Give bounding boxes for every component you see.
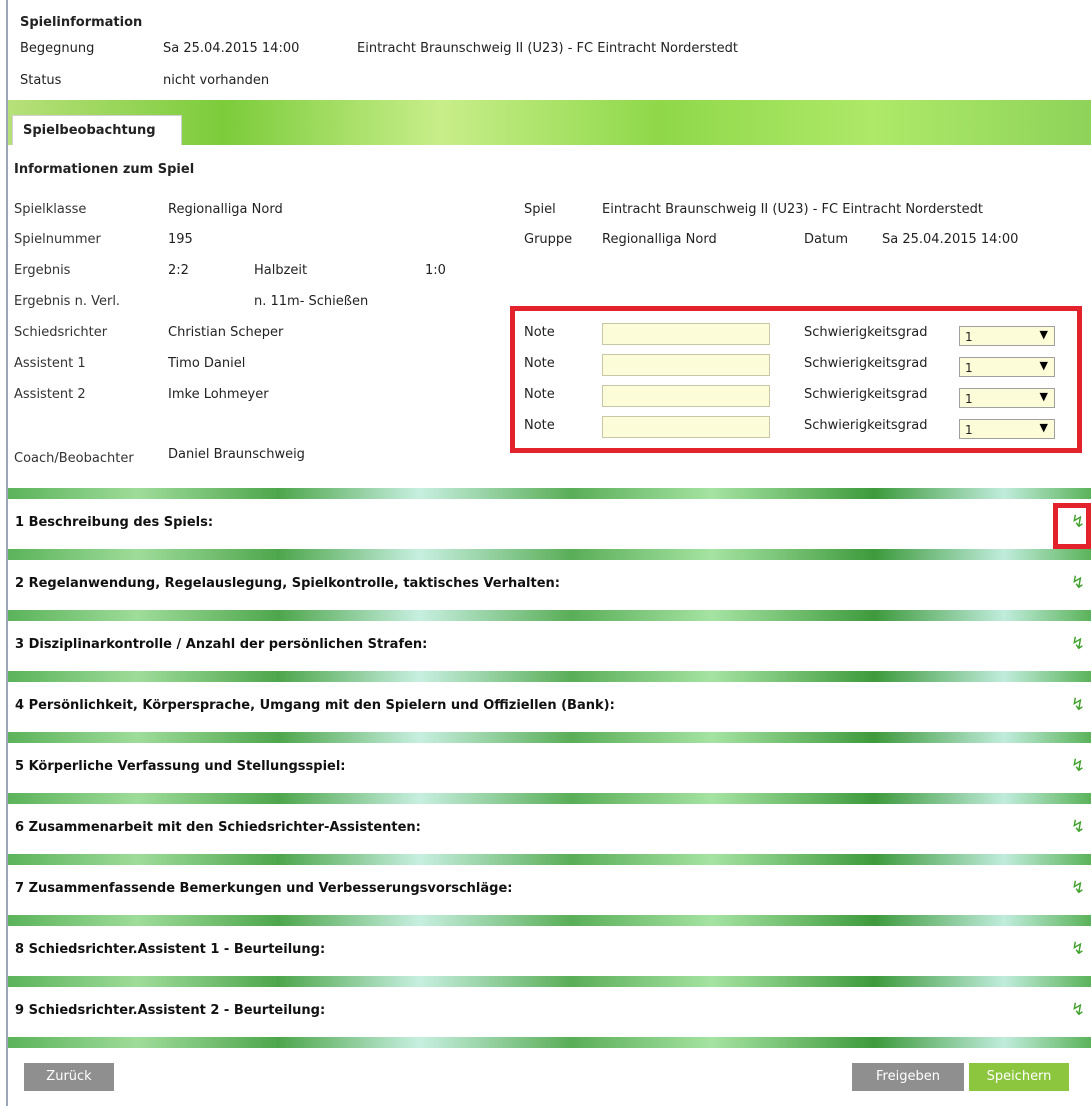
expand-arrow-icon[interactable]: ↯ <box>1069 696 1087 714</box>
section-divider <box>8 793 1091 804</box>
section-title: 4 Persönlichkeit, Körpersprache, Umgang … <box>15 698 615 713</box>
note-input-coach[interactable] <box>602 416 770 438</box>
section-divider <box>8 1037 1091 1048</box>
assistent2-value: Imke Lohmeyer <box>168 387 269 402</box>
section-6[interactable]: 6 Zusammenarbeit mit den Schiedsrichter-… <box>8 804 1091 854</box>
note-label: Note <box>524 418 555 433</box>
ergebnis-verl-label: Ergebnis n. Verl. <box>14 294 121 309</box>
datum-value: Sa 25.04.2015 14:00 <box>882 232 1019 247</box>
select-value: 1 <box>965 361 973 375</box>
expand-arrow-icon[interactable]: ↯ <box>1069 574 1087 592</box>
status-label: Status <box>20 73 62 88</box>
begegnung-label: Begegnung <box>20 41 95 56</box>
section-title: 1 Beschreibung des Spiels: <box>15 515 214 530</box>
halbzeit-value: 1:0 <box>425 263 446 278</box>
elfmeter-label: n. 11m- Schießen <box>254 294 369 309</box>
note-label: Note <box>524 325 555 340</box>
section-divider <box>8 976 1091 987</box>
section-divider <box>8 671 1091 682</box>
dropdown-arrow-icon: ▼ <box>1039 359 1048 372</box>
schwierigkeitsgrad-select[interactable]: 1 ▼ <box>959 419 1055 439</box>
spiel-value: Eintracht Braunschweig II (U23) - FC Ein… <box>602 202 983 217</box>
select-value: 1 <box>965 392 973 406</box>
schwierigkeitsgrad-label: Schwierigkeitsgrad <box>804 418 928 433</box>
save-button[interactable]: Speichern <box>969 1063 1069 1091</box>
section-title: 3 Disziplinarkontrolle / Anzahl der pers… <box>15 637 428 652</box>
spiel-label: Spiel <box>524 202 556 217</box>
note-input-assistent1[interactable] <box>602 354 770 376</box>
status-value: nicht vorhanden <box>163 73 270 88</box>
spielnummer-value: 195 <box>168 232 193 247</box>
schwierigkeitsgrad-label: Schwierigkeitsgrad <box>804 325 928 340</box>
dropdown-arrow-icon: ▼ <box>1039 390 1048 403</box>
assistent1-label: Assistent 1 <box>14 356 86 371</box>
section-8[interactable]: 8 Schiedsrichter.Assistent 1 - Beurteilu… <box>8 926 1091 976</box>
back-button[interactable]: Zurück <box>24 1063 114 1091</box>
tab-label: Spielbeobachtung <box>23 123 156 138</box>
select-value: 1 <box>965 330 973 344</box>
section-divider <box>8 732 1091 743</box>
assistent1-value: Timo Daniel <box>168 356 246 371</box>
expand-arrow-icon[interactable]: ↯ <box>1069 818 1087 836</box>
tab-spielbeobachtung[interactable]: Spielbeobachtung <box>12 115 182 145</box>
spielklasse-label: Spielklasse <box>14 202 87 217</box>
expand-arrow-icon[interactable]: ↯ <box>1069 879 1087 897</box>
assistent2-label: Assistent 2 <box>14 387 86 402</box>
schiedsrichter-value: Christian Scheper <box>168 325 284 340</box>
section-title: 7 Zusammenfassende Bemerkungen und Verbe… <box>15 881 513 896</box>
section-title: 2 Regelanwendung, Regelauslegung, Spielk… <box>15 576 560 591</box>
section-divider <box>8 854 1091 865</box>
expand-arrow-icon[interactable]: ↯ <box>1069 1001 1087 1019</box>
section-title: 8 Schiedsrichter.Assistent 1 - Beurteilu… <box>15 942 326 957</box>
section-divider <box>8 488 1091 499</box>
schwierigkeitsgrad-label: Schwierigkeitsgrad <box>804 387 928 402</box>
info-heading: Informationen zum Spiel <box>14 162 195 177</box>
section-title: 6 Zusammenarbeit mit den Schiedsrichter-… <box>15 820 421 835</box>
highlight-box-expand <box>1053 503 1091 549</box>
coach-value: Daniel Braunschweig <box>168 447 305 462</box>
section-1[interactable]: 1 Beschreibung des Spiels: ↯ <box>8 499 1091 549</box>
schiedsrichter-label: Schiedsrichter <box>14 325 108 340</box>
expand-arrow-icon[interactable]: ↯ <box>1069 757 1087 775</box>
section-divider <box>8 915 1091 926</box>
section-4[interactable]: 4 Persönlichkeit, Körpersprache, Umgang … <box>8 682 1091 732</box>
begegnung-teams: Eintracht Braunschweig II (U23) - FC Ein… <box>357 41 738 56</box>
note-label: Note <box>524 356 555 371</box>
schwierigkeitsgrad-select[interactable]: 1 ▼ <box>959 357 1055 377</box>
expand-arrow-icon[interactable]: ↯ <box>1069 635 1087 653</box>
note-input-assistent2[interactable] <box>602 385 770 407</box>
coach-label: Coach/Beobachter <box>14 451 134 466</box>
section-9[interactable]: 9 Schiedsrichter.Assistent 2 - Beurteilu… <box>8 987 1091 1037</box>
section-2[interactable]: 2 Regelanwendung, Regelauslegung, Spielk… <box>8 560 1091 610</box>
schwierigkeitsgrad-label: Schwierigkeitsgrad <box>804 356 928 371</box>
section-5[interactable]: 5 Körperliche Verfassung und Stellungssp… <box>8 743 1091 793</box>
expand-arrow-icon[interactable]: ↯ <box>1069 940 1087 958</box>
begegnung-date: Sa 25.04.2015 14:00 <box>163 41 300 56</box>
release-button[interactable]: Freigeben <box>852 1063 964 1091</box>
halbzeit-label: Halbzeit <box>254 263 308 278</box>
section-divider <box>8 549 1091 560</box>
section-divider <box>8 610 1091 621</box>
schwierigkeitsgrad-select[interactable]: 1 ▼ <box>959 388 1055 408</box>
ergebnis-value: 2:2 <box>168 263 189 278</box>
section-7[interactable]: 7 Zusammenfassende Bemerkungen und Verbe… <box>8 865 1091 915</box>
dropdown-arrow-icon: ▼ <box>1039 328 1048 341</box>
spielinfo-heading: Spielinformation <box>20 15 143 30</box>
select-value: 1 <box>965 423 973 437</box>
section-title: 9 Schiedsrichter.Assistent 2 - Beurteilu… <box>15 1003 326 1018</box>
ergebnis-label: Ergebnis <box>14 263 71 278</box>
section-3[interactable]: 3 Disziplinarkontrolle / Anzahl der pers… <box>8 621 1091 671</box>
dropdown-arrow-icon: ▼ <box>1039 421 1048 434</box>
datum-label: Datum <box>804 232 848 247</box>
note-input-schiedsrichter[interactable] <box>602 323 770 345</box>
note-label: Note <box>524 387 555 402</box>
spielnummer-label: Spielnummer <box>14 232 101 247</box>
section-title: 5 Körperliche Verfassung und Stellungssp… <box>15 759 346 774</box>
gruppe-value: Regionalliga Nord <box>602 232 717 247</box>
spielklasse-value: Regionalliga Nord <box>168 202 283 217</box>
gruppe-label: Gruppe <box>524 232 573 247</box>
schwierigkeitsgrad-select[interactable]: 1 ▼ <box>959 326 1055 346</box>
